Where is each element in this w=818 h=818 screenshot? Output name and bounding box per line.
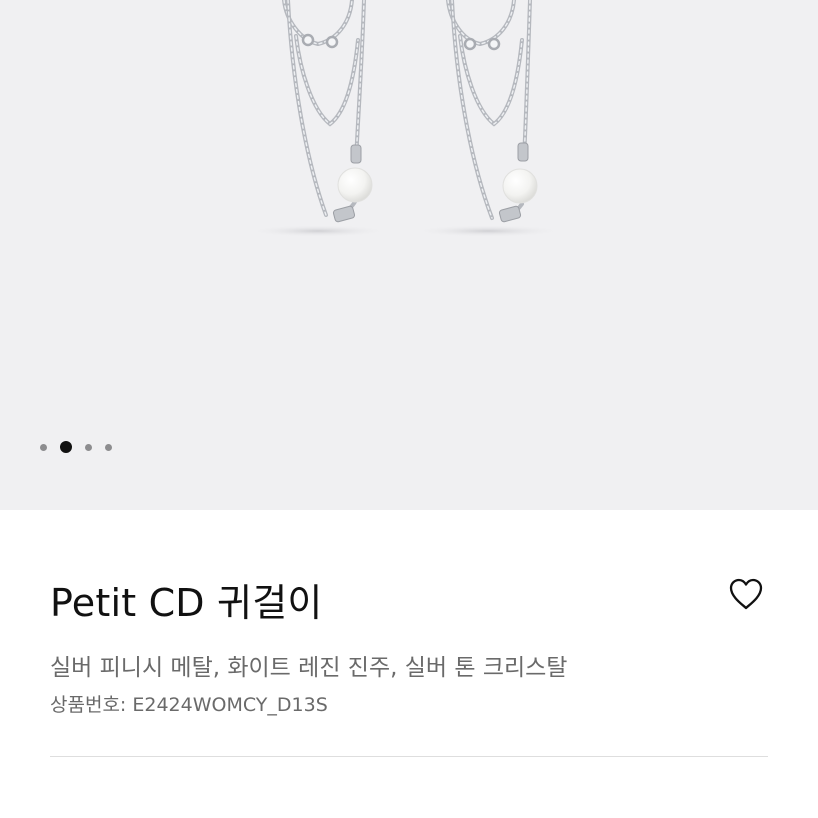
carousel-dot-3[interactable] <box>85 443 92 451</box>
carousel-dot-2-active[interactable] <box>60 441 72 453</box>
sku-label: 상품번호: <box>50 694 127 716</box>
left-earring <box>248 0 388 237</box>
product-info: Petit CD 귀걸이 실버 피니시 메탈, 화이트 레진 진주, 실버 톤 … <box>0 510 818 818</box>
carousel-dot-1[interactable] <box>40 443 47 451</box>
product-page: Petit CD 귀걸이 실버 피니시 메탈, 화이트 레진 진주, 실버 톤 … <box>0 0 818 818</box>
carousel-dot-4[interactable] <box>105 443 112 451</box>
product-materials: 실버 피니시 메탈, 화이트 레진 진주, 실버 톤 크리스탈 <box>50 655 568 681</box>
heart-outline-icon <box>729 578 763 610</box>
section-divider <box>50 756 768 757</box>
product-title: Petit CD 귀걸이 <box>50 581 323 625</box>
sku-value: E2424WOMCY_D13S <box>132 694 328 716</box>
wishlist-button[interactable] <box>725 573 767 615</box>
carousel-pagination <box>40 440 112 454</box>
right-earring <box>413 0 563 237</box>
product-image-gallery[interactable] <box>0 0 818 510</box>
earring-product-image <box>248 0 563 237</box>
product-sku: 상품번호: E2424WOMCY_D13S <box>50 690 328 717</box>
